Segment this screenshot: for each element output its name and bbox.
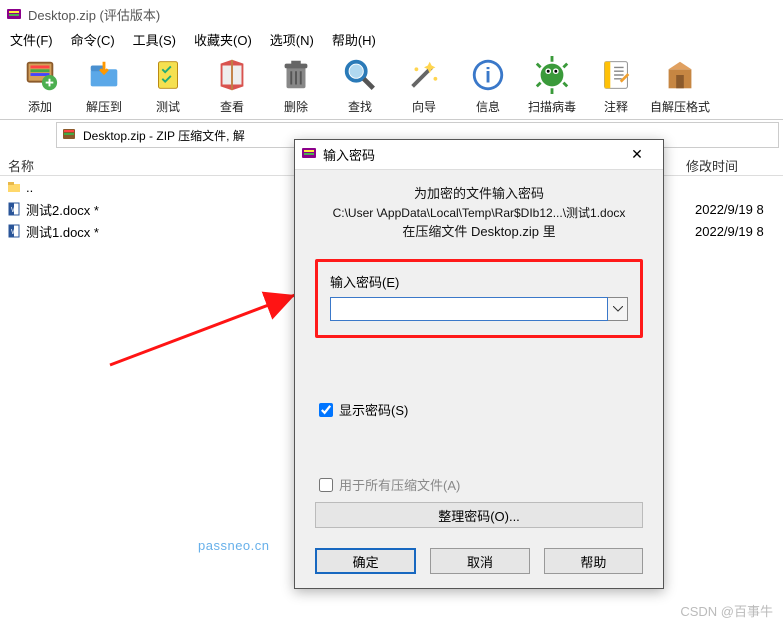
help-button[interactable]: 帮助 bbox=[544, 548, 643, 574]
menu-fav[interactable]: 收藏夹(O) bbox=[190, 28, 256, 51]
window-title: Desktop.zip (评估版本) bbox=[28, 5, 160, 24]
password-input[interactable] bbox=[330, 297, 608, 321]
close-icon[interactable]: ✕ bbox=[617, 146, 657, 163]
info-icon: i bbox=[468, 55, 508, 95]
extract-icon bbox=[84, 55, 124, 95]
svg-text:W: W bbox=[11, 207, 18, 214]
annotation-arrow bbox=[100, 285, 310, 375]
winrar-icon bbox=[301, 145, 317, 164]
chevron-down-icon bbox=[613, 306, 623, 312]
breadcrumb-text: Desktop.zip - ZIP 压缩文件, 解 bbox=[83, 127, 245, 144]
menu-command[interactable]: 命令(C) bbox=[67, 28, 119, 51]
tool-add[interactable]: 添加 bbox=[8, 53, 72, 117]
watermark-passneo: passneo.cn bbox=[198, 538, 270, 553]
sfx-icon bbox=[660, 55, 700, 95]
menu-tools[interactable]: 工具(S) bbox=[129, 28, 180, 51]
wizard-icon bbox=[404, 55, 444, 95]
dropdown-toggle[interactable] bbox=[608, 297, 628, 321]
delete-icon bbox=[276, 55, 316, 95]
titlebar: Desktop.zip (评估版本) bbox=[0, 0, 783, 28]
organize-password-button[interactable]: 整理密码(O)... bbox=[315, 502, 643, 528]
tool-comment[interactable]: 注释 bbox=[584, 53, 648, 117]
toolbar: 添加 解压到 测试 查看 删除 查找 向导 i信息 扫描病毒 注释 自解压格式 bbox=[0, 50, 783, 120]
dialog-message: 为加密的文件输入密码 C:\User \AppData\Local\Temp\R… bbox=[315, 184, 643, 241]
find-icon bbox=[340, 55, 380, 95]
cancel-button[interactable]: 取消 bbox=[430, 548, 529, 574]
comment-icon bbox=[596, 55, 636, 95]
watermark-csdn: CSDN @百事牛 bbox=[680, 601, 773, 620]
archive-icon bbox=[61, 126, 77, 145]
ok-button[interactable]: 确定 bbox=[315, 548, 416, 574]
menu-help[interactable]: 帮助(H) bbox=[328, 28, 380, 51]
docx-icon: W bbox=[6, 223, 22, 239]
tool-view[interactable]: 查看 bbox=[200, 53, 264, 117]
tool-test[interactable]: 测试 bbox=[136, 53, 200, 117]
tool-sfx[interactable]: 自解压格式 bbox=[648, 53, 712, 117]
menu-options[interactable]: 选项(N) bbox=[266, 28, 318, 51]
show-password-checkbox[interactable] bbox=[319, 403, 333, 417]
password-dialog: 输入密码 ✕ 为加密的文件输入密码 C:\User \AppData\Local… bbox=[294, 139, 664, 589]
svg-text:W: W bbox=[11, 229, 18, 236]
use-for-all-checkbox[interactable] bbox=[319, 478, 333, 492]
menu-file[interactable]: 文件(F) bbox=[6, 28, 57, 51]
tool-info[interactable]: i信息 bbox=[456, 53, 520, 117]
docx-icon: W bbox=[6, 201, 22, 217]
show-password-checkbox-row[interactable]: 显示密码(S) bbox=[319, 400, 639, 419]
password-input-group: 输入密码(E) bbox=[315, 259, 643, 338]
add-icon bbox=[20, 55, 60, 95]
tool-wizard[interactable]: 向导 bbox=[392, 53, 456, 117]
dialog-title: 输入密码 bbox=[323, 145, 375, 164]
tool-virus[interactable]: 扫描病毒 bbox=[520, 53, 584, 117]
dialog-titlebar: 输入密码 ✕ bbox=[295, 140, 663, 170]
menubar: 文件(F) 命令(C) 工具(S) 收藏夹(O) 选项(N) 帮助(H) bbox=[0, 28, 783, 50]
use-for-all-checkbox-row[interactable]: 用于所有压缩文件(A) bbox=[319, 475, 639, 494]
test-icon bbox=[148, 55, 188, 95]
tool-find[interactable]: 查找 bbox=[328, 53, 392, 117]
svg-text:i: i bbox=[485, 64, 491, 87]
view-icon bbox=[212, 55, 252, 95]
password-label: 输入密码(E) bbox=[330, 275, 399, 290]
tool-extract[interactable]: 解压到 bbox=[72, 53, 136, 117]
folder-icon bbox=[6, 179, 22, 195]
virus-icon bbox=[532, 55, 572, 95]
winrar-icon bbox=[6, 6, 22, 22]
col-date[interactable]: 修改时间 bbox=[678, 152, 778, 175]
tool-delete[interactable]: 删除 bbox=[264, 53, 328, 117]
